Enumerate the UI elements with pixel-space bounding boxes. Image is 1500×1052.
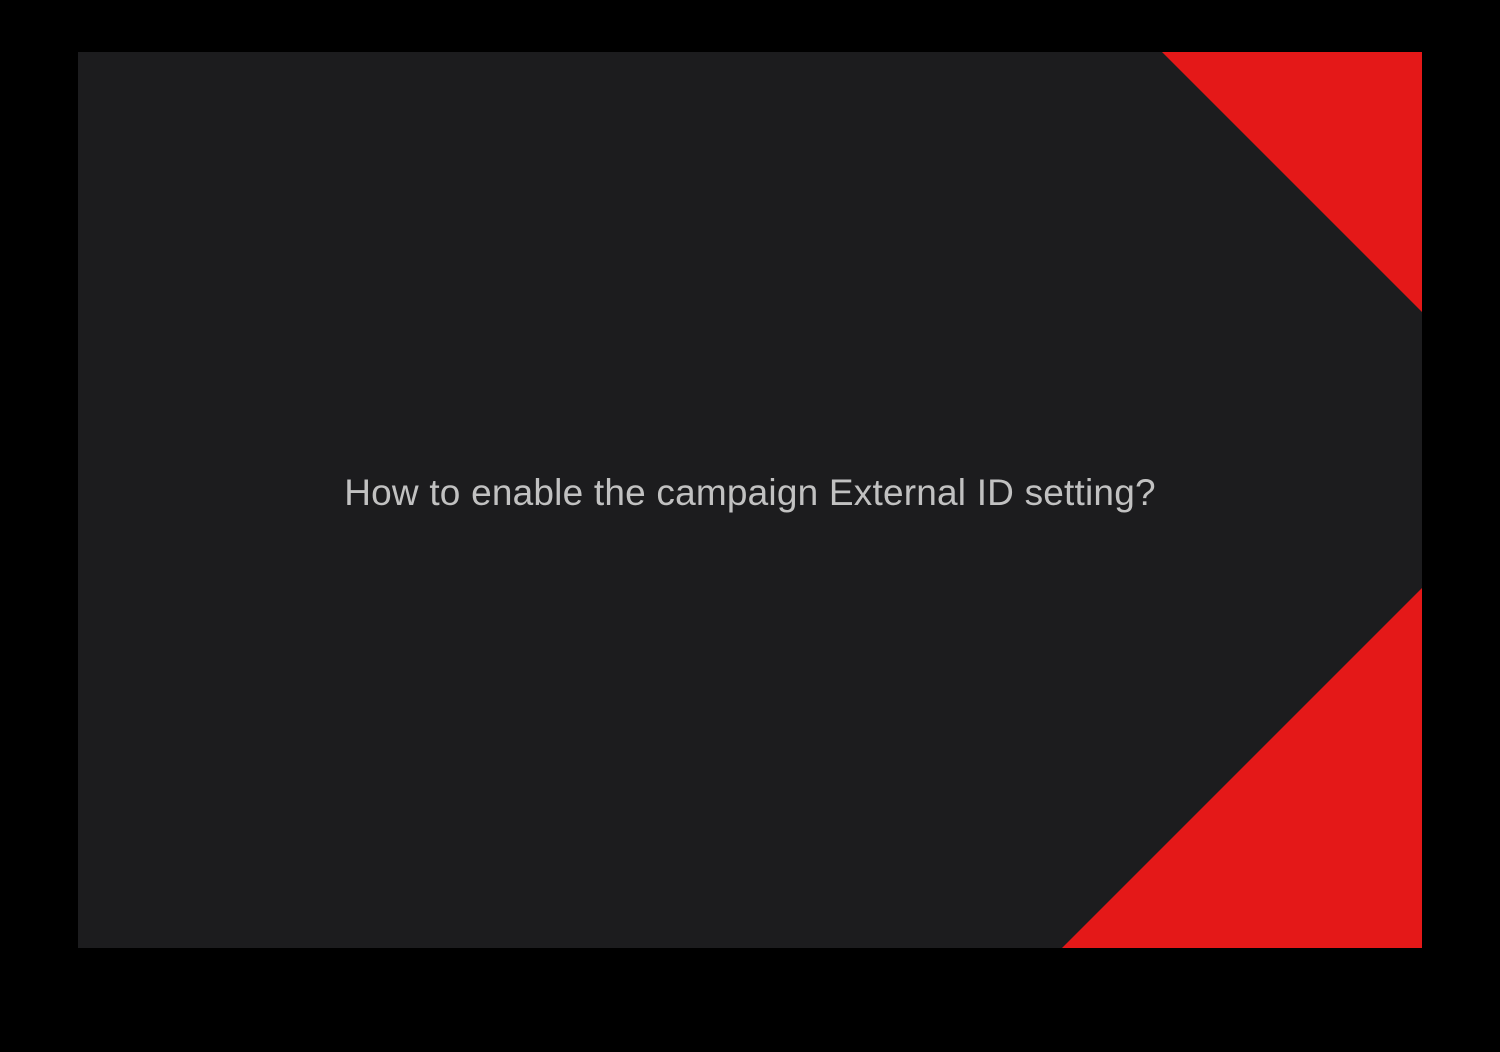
decorative-triangle-top bbox=[1162, 52, 1422, 312]
slide-title: How to enable the campaign External ID s… bbox=[78, 472, 1422, 514]
decorative-triangle-bottom bbox=[1062, 588, 1422, 948]
slide-container: How to enable the campaign External ID s… bbox=[78, 52, 1422, 948]
